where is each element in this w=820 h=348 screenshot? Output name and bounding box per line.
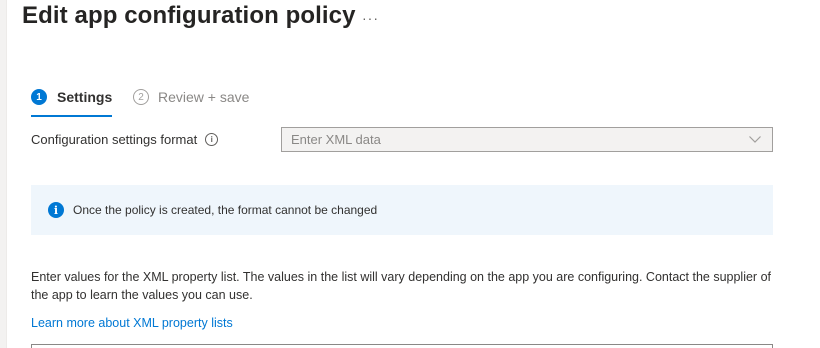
wizard-step-review-save[interactable]: 2 Review + save xyxy=(133,89,249,105)
configuration-settings-format-dropdown[interactable]: Enter XML data xyxy=(281,127,773,152)
banner-text: Once the policy is created, the format c… xyxy=(73,203,378,217)
step-label: Review + save xyxy=(158,89,250,105)
step-label: Settings xyxy=(57,89,113,105)
xml-editor-textarea[interactable] xyxy=(31,344,773,348)
page-title: Edit app configuration policy xyxy=(22,2,356,29)
configuration-settings-format-label: Configuration settings format i xyxy=(31,132,219,147)
wizard-step-settings[interactable]: 1 Settings xyxy=(31,89,112,105)
info-icon[interactable]: i xyxy=(205,133,219,146)
blade-left-border xyxy=(0,0,7,348)
dropdown-selected-value: Enter XML data xyxy=(291,132,381,147)
step-number-badge: 2 xyxy=(133,89,149,105)
step-number-badge: 1 xyxy=(31,89,47,105)
info-banner: i Once the policy is created, the format… xyxy=(31,185,773,235)
info-icon: i xyxy=(48,202,64,218)
xml-description-text: Enter values for the XML property list. … xyxy=(31,270,771,302)
active-step-indicator xyxy=(31,115,112,117)
field-label-text: Configuration settings format xyxy=(31,132,198,147)
learn-more-link[interactable]: Learn more about XML property lists xyxy=(31,316,233,330)
chevron-down-icon xyxy=(749,136,761,143)
more-options-button[interactable]: ··· xyxy=(362,10,379,26)
